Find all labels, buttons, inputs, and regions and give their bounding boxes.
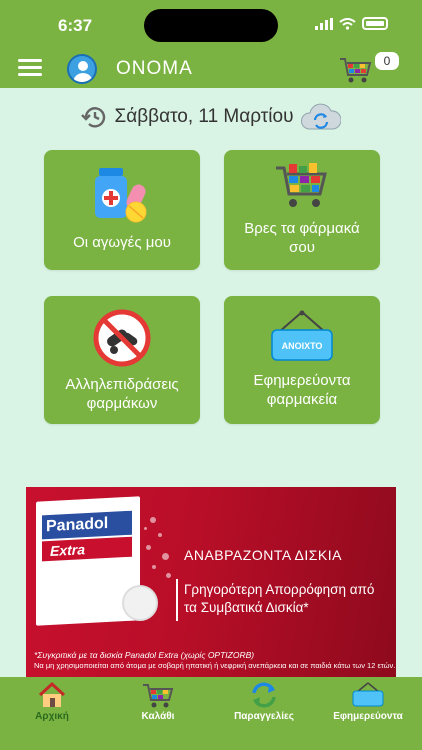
open-sign-icon [352,682,384,707]
ad-product: Extra [42,536,132,562]
tile-label: Οι αγωγές μου [73,234,171,251]
open-sign-icon: ΑΝΟΙΧΤΟ [271,310,333,361]
dynamic-island [144,9,278,42]
tab-label: Καλάθι [141,711,175,722]
tile-drug-interactions[interactable]: Αλληλεπιδράσεις φαρμάκων [44,296,200,424]
home-icon [38,681,66,707]
shopping-cart-icon [276,163,327,207]
date-row: Σάββατο, 11 Μαρτίου [0,100,422,134]
ad-banner[interactable]: Panadol Extra ΑΝΑΒΡΑΖΟΝΤΑ ΔΙΣΚΙΑ Γρηγορό… [26,487,396,677]
cloud-sync-icon[interactable] [301,103,342,131]
cart-count-badge: 0 [375,52,399,70]
ad-headline: ΑΝΑΒΡΑΖΟΝΤΑ ΔΙΣΚΙΑ [184,547,342,563]
battery-icon [362,17,388,30]
hamburger-menu-icon[interactable] [18,59,42,77]
cellular-signal-icon [315,17,333,30]
tile-find-medicines[interactable]: Βρες τα φάρμακά σου [224,150,380,270]
tablet-image [122,585,158,621]
history-clock-icon[interactable] [80,105,107,129]
no-pills-icon [93,309,151,367]
bottom-tab-bar: Αρχική Καλάθι Παραγγελίες Εφημερεύοντα [0,677,422,750]
tab-label: Αρχική [35,711,69,722]
tile-on-duty-pharmacies[interactable]: ΑΝΟΙΧΤΟ Εφημερεύοντα φαρμακεία [224,296,380,424]
cart-icon [143,684,174,708]
tab-label: Εφημερεύοντα [333,711,403,722]
tile-label: Εφημερεύοντα φαρμακεία [253,372,351,408]
tile-my-treatments[interactable]: Οι αγωγές μου [44,150,200,270]
cart-icon[interactable] [338,55,372,85]
ad-body-text: Γρηγορότερη Απορρόφηση από τα Συμβατικά … [184,582,375,615]
tab-home[interactable]: Αρχική [0,681,104,722]
medicine-bottle-pills-icon [95,168,147,223]
ad-footnote: *Συγκριτικά με τα δισκία Panadol Extra (… [34,650,255,660]
status-time: 6:37 [58,16,93,35]
tab-cart[interactable]: Καλάθι [106,681,210,722]
ad-divider [176,579,178,621]
profile-avatar-icon[interactable] [67,54,97,84]
tab-on-duty[interactable]: Εφημερεύοντα [316,681,420,722]
tile-label: Αλληλεπιδράσεις φαρμάκων [65,376,179,412]
current-date: Σάββατο, 11 Μαρτίου [114,106,294,127]
tile-label: Βρες τα φάρμακά σου [244,220,360,256]
tab-label: Παραγγελίες [234,711,294,722]
refresh-icon [252,682,276,708]
app-title: ONOMA [116,58,193,79]
status-bar: 6:37 [0,0,422,50]
app-bar: ONOMA 0 [0,50,422,88]
wifi-icon [339,17,356,30]
ad-brand: Panadol [42,510,132,540]
status-icons [315,17,388,30]
tab-orders[interactable]: Παραγγελίες [212,681,316,722]
ad-disclaimer: Να μη χρησιμοποιείται από άτομα με σοβαρ… [34,661,396,670]
open-sign-text: ΑΝΟΙΧΤΟ [282,341,323,351]
